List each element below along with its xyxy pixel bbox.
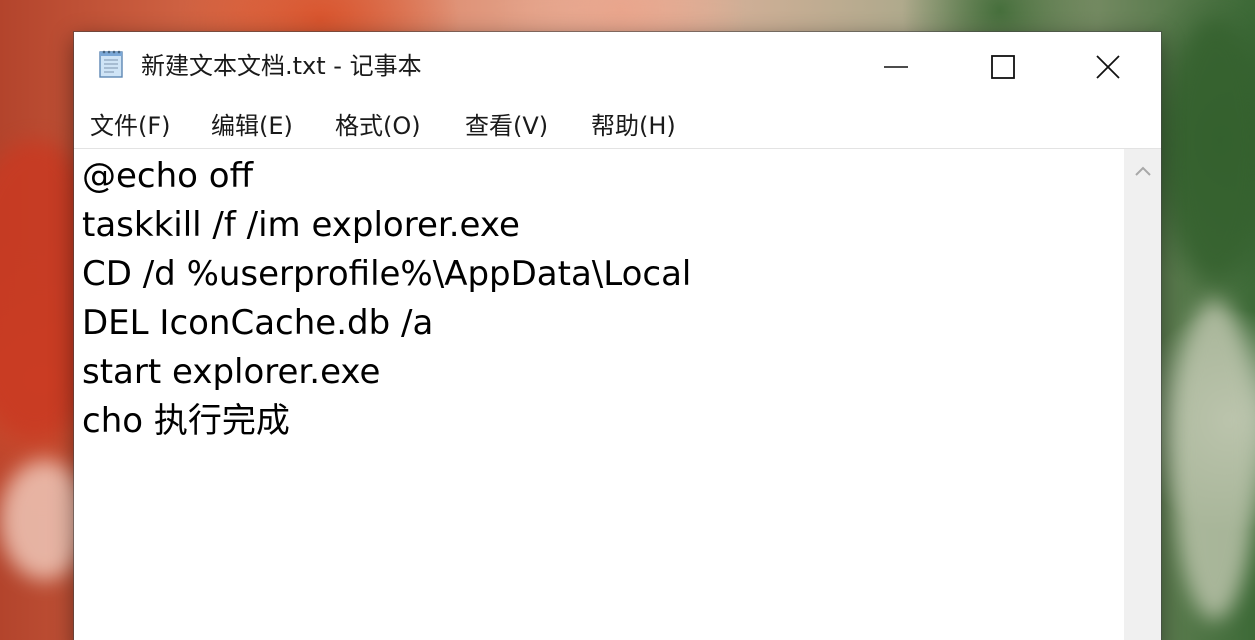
menu-edit[interactable]: 编辑(E) [211,108,293,144]
window-title: 新建文本文档.txt - 记事本 [141,52,422,80]
scroll-up-button[interactable] [1124,149,1161,193]
maximize-icon [991,55,1015,79]
menu-bar: 文件(F) 编辑(E) 格式(O) 查看(V) 帮助(H) [74,102,1161,148]
chevron-up-icon [1134,166,1151,176]
text-line: cho 执行完成 [82,401,290,441]
minimize-button[interactable] [842,32,950,102]
menu-help[interactable]: 帮助(H) [591,108,676,144]
maximize-button[interactable] [949,32,1057,102]
close-icon [1096,55,1120,79]
notepad-icon [96,49,126,79]
text-line: taskkill /f /im explorer.exe [82,205,520,245]
desktop-background-foliage-light [1172,300,1255,620]
close-button[interactable] [1054,32,1162,102]
text-line: CD /d %userprofile%\AppData\Local [82,254,692,294]
notepad-window: 新建文本文档.txt - 记事本 文件(F) 编辑(E) 格式(O) 查看(V)… [74,32,1161,640]
menu-view[interactable]: 查看(V) [465,108,548,144]
text-line: start explorer.exe [82,352,381,392]
minimize-icon [884,66,908,68]
text-line: DEL IconCache.db /a [82,303,434,343]
text-line: @echo off [82,156,253,196]
vertical-scrollbar[interactable] [1124,148,1161,640]
menu-format[interactable]: 格式(O) [335,108,421,144]
menu-file[interactable]: 文件(F) [90,108,171,144]
desktop-background-foliage [1168,20,1255,280]
title-bar[interactable]: 新建文本文档.txt - 记事本 [74,32,1161,102]
text-editor[interactable]: @echo off taskkill /f /im explorer.exe C… [74,148,1124,640]
